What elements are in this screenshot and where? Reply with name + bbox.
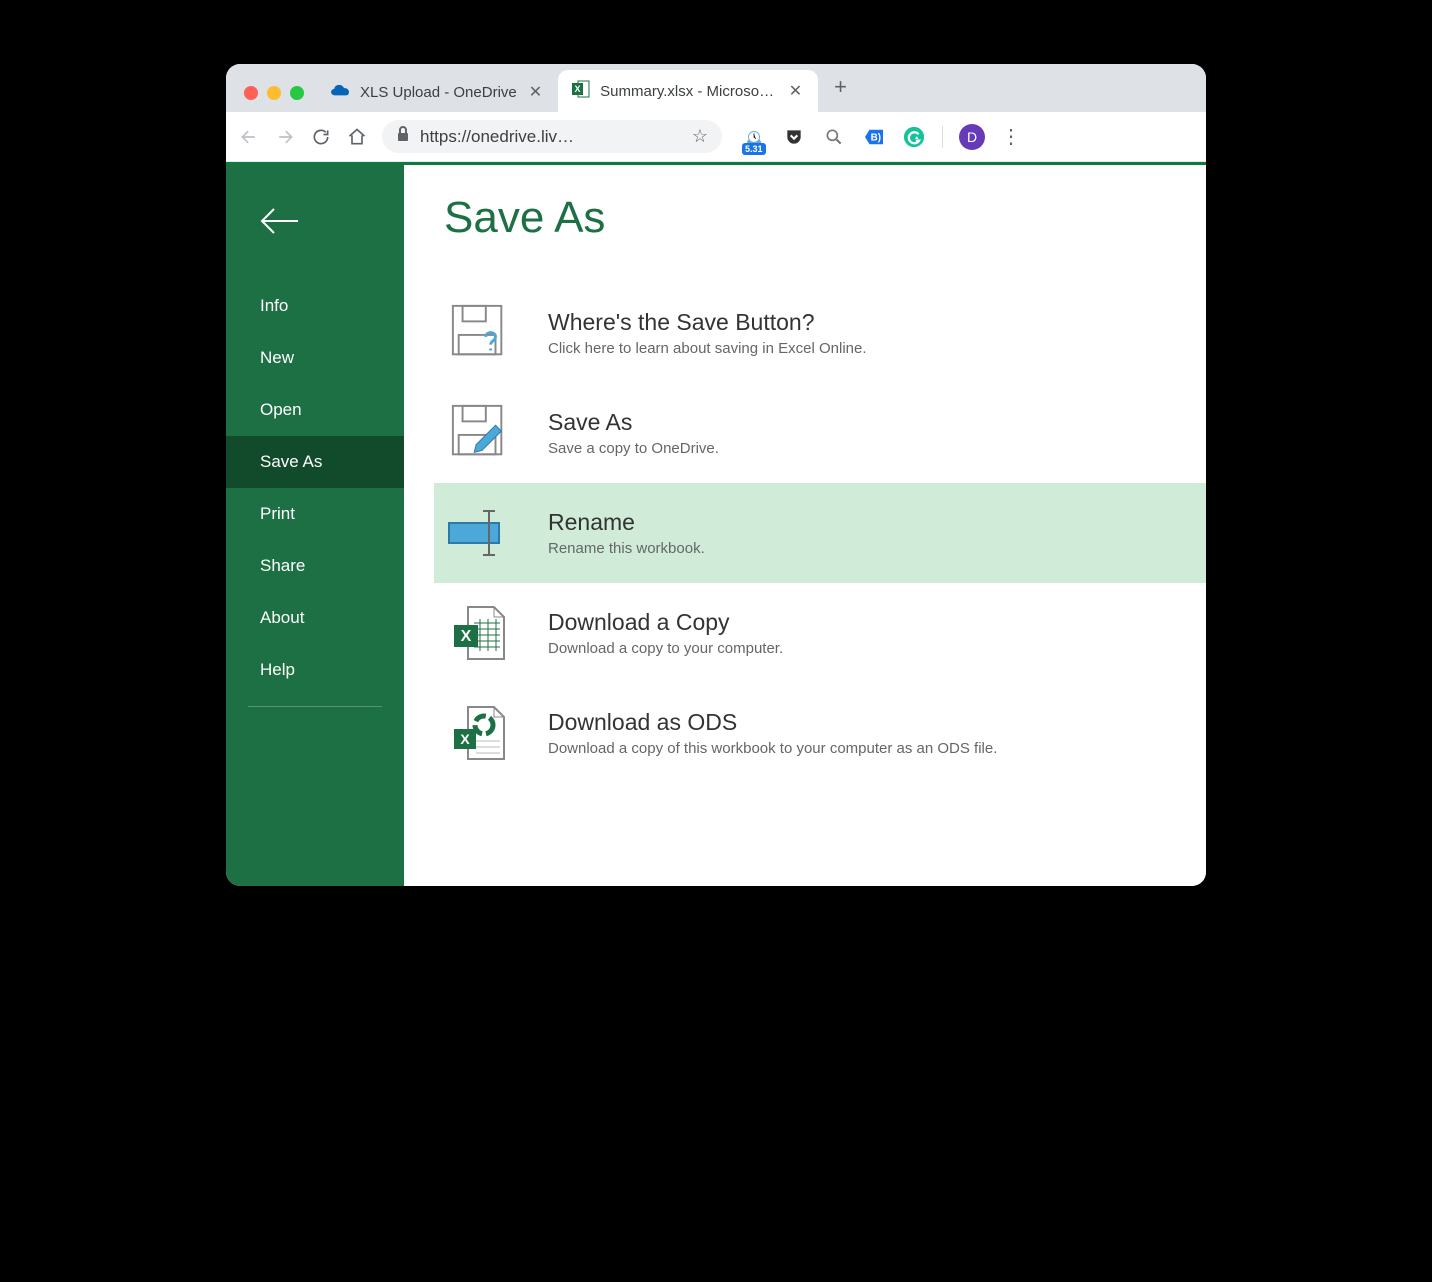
svg-text:X: X [461, 628, 472, 645]
option-title: Rename [548, 509, 705, 536]
excel-download-icon: X [444, 601, 516, 665]
browser-tab-0[interactable]: XLS Upload - OneDrive ✕ [316, 72, 558, 112]
pocket-extension-icon[interactable] [782, 125, 806, 149]
tab-title: Summary.xlsx - Microsoft E [600, 83, 777, 100]
option-desc: Rename this workbook. [548, 540, 705, 557]
excel-icon: X [572, 80, 590, 102]
avatar-letter: D [967, 129, 977, 145]
svg-text:X: X [460, 731, 470, 747]
svg-text:B): B) [871, 132, 881, 143]
option-download-ods[interactable]: X Download as ODS Download a copy of thi… [444, 683, 1206, 783]
option-desc: Click here to learn about saving in Exce… [548, 340, 867, 357]
option-download-copy[interactable]: X Download a Copy Download a copy to you… [444, 583, 1206, 683]
reload-button[interactable] [310, 126, 332, 148]
browser-window: XLS Upload - OneDrive ✕ X Summary.xlsx -… [226, 64, 1206, 886]
save-question-icon [444, 301, 516, 365]
option-title: Download a Copy [548, 609, 783, 636]
save-pencil-icon [444, 401, 516, 465]
sidebar-item-open[interactable]: Open [226, 384, 404, 436]
option-title: Where's the Save Button? [548, 309, 867, 336]
sidebar-item-new[interactable]: New [226, 332, 404, 384]
option-where-save-button[interactable]: Where's the Save Button? Click here to l… [444, 283, 1206, 383]
option-desc: Download a copy of this workbook to your… [548, 740, 997, 757]
clock-extension-icon[interactable]: 5.31 [742, 125, 766, 149]
ods-download-icon: X [444, 701, 516, 765]
lock-icon [396, 126, 410, 147]
option-text: Rename Rename this workbook. [548, 509, 705, 557]
option-desc: Download a copy to your computer. [548, 640, 783, 657]
sidebar-label: Share [260, 556, 305, 575]
search-extension-icon[interactable] [822, 125, 846, 149]
profile-avatar[interactable]: D [959, 124, 985, 150]
option-rename[interactable]: Rename Rename this workbook. [434, 483, 1206, 583]
sidebar-item-share[interactable]: Share [226, 540, 404, 592]
option-text: Where's the Save Button? Click here to l… [548, 309, 867, 357]
sidebar-label: Open [260, 400, 302, 419]
sidebar-item-about[interactable]: About [226, 592, 404, 644]
grammarly-extension-icon[interactable] [902, 125, 926, 149]
option-save-as[interactable]: Save As Save a copy to OneDrive. [444, 383, 1206, 483]
excel-backstage: Info New Open Save As Print Share About … [226, 162, 1206, 886]
sidebar-label: Print [260, 504, 295, 523]
sidebar-item-print[interactable]: Print [226, 488, 404, 540]
rename-icon [444, 501, 516, 565]
sidebar-label: Save As [260, 452, 322, 471]
page-title: Save As [444, 193, 1206, 243]
close-window-button[interactable] [244, 86, 258, 100]
sidebar-separator [248, 706, 382, 707]
browser-tab-1[interactable]: X Summary.xlsx - Microsoft E ✕ [558, 70, 818, 112]
sidebar-item-help[interactable]: Help [226, 644, 404, 696]
back-arrow-button[interactable] [226, 187, 404, 280]
blue-extension-icon[interactable]: B) [862, 125, 886, 149]
sidebar-label: New [260, 348, 294, 367]
sidebar-item-info[interactable]: Info [226, 280, 404, 332]
minimize-window-button[interactable] [267, 86, 281, 100]
svg-text:X: X [575, 84, 581, 94]
forward-button[interactable] [274, 126, 296, 148]
backstage-content: Save As Where's the Save Button? Click h… [404, 165, 1206, 886]
window-controls [238, 86, 316, 112]
option-title: Save As [548, 409, 719, 436]
option-desc: Save a copy to OneDrive. [548, 440, 719, 457]
browser-menu-button[interactable]: ⋮ [1001, 124, 1021, 149]
url-input[interactable]: https://onedrive.liv… ☆ [382, 120, 722, 153]
sidebar-label: Info [260, 296, 288, 315]
home-button[interactable] [346, 126, 368, 148]
url-text: https://onedrive.liv… [420, 127, 682, 147]
sidebar-label: Help [260, 660, 295, 679]
close-tab-icon[interactable]: ✕ [527, 82, 544, 102]
maximize-window-button[interactable] [290, 86, 304, 100]
new-tab-button[interactable]: + [818, 68, 859, 112]
address-bar: https://onedrive.liv… ☆ 5.31 B) D [226, 112, 1206, 162]
extensions-row: 5.31 B) D ⋮ [742, 124, 1021, 150]
sidebar-item-save-as[interactable]: Save As [226, 436, 404, 488]
onedrive-icon [330, 84, 350, 101]
option-text: Save As Save a copy to OneDrive. [548, 409, 719, 457]
sidebar-label: About [260, 608, 304, 627]
option-text: Download as ODS Download a copy of this … [548, 709, 997, 757]
back-button[interactable] [238, 126, 260, 148]
extension-badge: 5.31 [742, 143, 766, 155]
star-icon[interactable]: ☆ [692, 126, 708, 147]
separator [942, 126, 943, 148]
option-text: Download a Copy Download a copy to your … [548, 609, 783, 657]
backstage-sidebar: Info New Open Save As Print Share About … [226, 165, 404, 886]
close-tab-icon[interactable]: ✕ [787, 81, 804, 101]
tab-title: XLS Upload - OneDrive [360, 84, 517, 101]
tab-strip: XLS Upload - OneDrive ✕ X Summary.xlsx -… [226, 64, 1206, 112]
option-title: Download as ODS [548, 709, 997, 736]
